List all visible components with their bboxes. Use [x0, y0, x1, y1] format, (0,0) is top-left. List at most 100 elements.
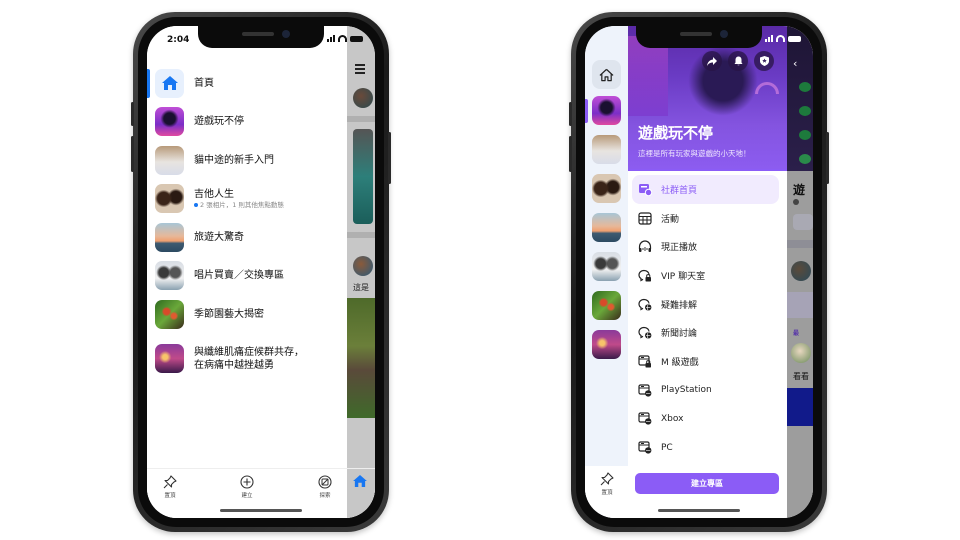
chat-globe-icon: [638, 298, 652, 311]
community-drawer: 首頁 遊戲玩不停 貓中途的新手入門 吉他人生 2 張相片，1 則其他焦點動態 旅…: [147, 26, 347, 518]
gaming-thumb[interactable]: [592, 96, 621, 125]
community-title: 遊戲玩不停: [638, 124, 714, 142]
channel-item[interactable]: 疑難排解: [632, 290, 779, 319]
community-home-icon: [639, 183, 652, 196]
fibro-thumb[interactable]: [592, 330, 621, 359]
tab-create[interactable]: 建立: [227, 475, 267, 499]
home-icon: [155, 68, 184, 98]
list-item-label: 唱片買賣／交換專區: [194, 270, 284, 282]
channel-label: PlayStation: [661, 385, 712, 396]
avatar[interactable]: [791, 343, 811, 363]
back-chevron-icon[interactable]: ‹: [793, 57, 797, 70]
channel-item[interactable]: Xbox: [632, 405, 779, 434]
unread-dot: [194, 203, 198, 208]
window-globe-icon: [638, 384, 652, 397]
list-item-community[interactable]: 遊戲玩不停: [147, 103, 347, 142]
hamburger-icon[interactable]: [355, 64, 365, 76]
status-time: 2:04: [167, 35, 190, 45]
signal-icon: [327, 35, 335, 42]
channel-label: Xbox: [661, 413, 684, 424]
garden-thumb: [155, 299, 184, 329]
list-item-community[interactable]: 與纖維肌痛症候群共存， 在病痛中越挫越勇: [147, 334, 347, 384]
list-item-community[interactable]: 季節園藝大揭密: [147, 295, 347, 334]
tab-label: 置頂: [164, 493, 176, 499]
channel-item[interactable]: M 級遊戲: [632, 347, 779, 376]
selected-indicator: [585, 99, 588, 123]
phone-right: ‹ 遊 最 看看 置頂 遊戲玩不停 這裡是所有玩家與遊戲的小天地！ 社群首頁 活…: [569, 12, 829, 532]
list-item-community[interactable]: 旅遊大驚奇: [147, 218, 347, 257]
tab-label: 建立: [241, 493, 253, 499]
guitar-thumb[interactable]: [592, 174, 621, 203]
battery-icon: [350, 35, 363, 42]
post-image[interactable]: [787, 388, 813, 426]
globe-icon: [793, 199, 799, 205]
home-button[interactable]: [592, 60, 621, 89]
tab-label: 置頂: [601, 490, 613, 496]
avatar[interactable]: [353, 256, 373, 276]
tab-label: 探索: [319, 493, 331, 499]
notifications-button[interactable]: [728, 51, 748, 71]
channel-item-home[interactable]: 社群首頁: [632, 175, 779, 204]
tab-pinned[interactable]: 置頂: [587, 472, 627, 496]
post-photo[interactable]: [347, 298, 375, 418]
list-item-community[interactable]: 唱片買賣／交換專區: [147, 257, 347, 296]
list-item-community[interactable]: 貓中途的新手入門: [147, 141, 347, 180]
phone-left: 2:04 這是 首頁 遊戲玩不停 貓中途的新手入門 吉他人生 2 張相片，1 則…: [131, 12, 391, 532]
fibro-thumb: [155, 344, 184, 373]
channel-label: 現正播放: [661, 243, 698, 254]
wifi-icon: [338, 35, 347, 42]
community-rail: 置頂: [585, 26, 628, 518]
battery-icon: [788, 35, 801, 42]
channel-label: VIP 聊天室: [661, 271, 706, 282]
channel-list: 社群首頁 活動 現正播放 VIP 聊天室 疑難排解 新聞討論 M 級遊戲 Pla…: [632, 175, 779, 462]
home-icon[interactable]: [353, 475, 367, 487]
window-globe-icon: [638, 441, 652, 454]
post-snippet: 看看: [793, 372, 809, 381]
garden-thumb[interactable]: [592, 291, 621, 320]
community-title-peek: 遊: [793, 183, 806, 197]
tab-explore[interactable]: 探索: [305, 475, 345, 499]
channel-label: PC: [661, 442, 673, 453]
section-tag: 最: [793, 330, 800, 337]
window-lock-icon: [638, 355, 651, 368]
channel-label: 活動: [661, 214, 680, 225]
channel-item[interactable]: 新聞討論: [632, 318, 779, 347]
channel-item[interactable]: 活動: [632, 204, 779, 233]
records-thumb[interactable]: [592, 252, 621, 281]
plus-circle-icon: [240, 475, 254, 489]
shield-star-icon: [759, 56, 769, 66]
cats-thumb: [155, 145, 184, 175]
list-item-label: 與纖維肌痛症候群共存， 在病痛中越挫越勇: [194, 346, 304, 371]
left-screen: 2:04 這是 首頁 遊戲玩不停 貓中途的新手入門 吉他人生 2 張相片，1 則…: [147, 26, 375, 518]
share-button[interactable]: [702, 51, 722, 71]
list-item-label: 貓中途的新手入門: [194, 154, 274, 166]
tab-pinned[interactable]: 置頂: [150, 475, 190, 499]
avatar[interactable]: [353, 88, 373, 108]
bell-icon: [734, 56, 742, 66]
right-screen: ‹ 遊 最 看看 置頂 遊戲玩不停 這裡是所有玩家與遊戲的小天地！ 社群首頁 活…: [585, 26, 813, 518]
window-globe-icon: [638, 412, 652, 425]
channel-item[interactable]: VIP 聊天室: [632, 261, 779, 290]
admin-button[interactable]: [754, 51, 774, 71]
list-item-label: 吉他人生: [194, 188, 234, 200]
travel-thumb[interactable]: [592, 213, 621, 242]
chat-globe-icon: [638, 327, 652, 339]
list-item-community[interactable]: 吉他人生 2 張相片，1 則其他焦點動態: [147, 180, 347, 219]
list-item-subtitle: 2 張相片，1 則其他焦點動態: [200, 200, 284, 209]
channel-item[interactable]: PC: [632, 433, 779, 462]
home-outline-icon: [599, 68, 614, 81]
create-channel-button[interactable]: 建立專區: [635, 473, 779, 494]
avatar[interactable]: [791, 261, 811, 281]
community-list: 首頁 遊戲玩不停 貓中途的新手入門 吉他人生 2 張相片，1 則其他焦點動態 旅…: [147, 64, 347, 384]
channel-item[interactable]: PlayStation: [632, 376, 779, 405]
post-image[interactable]: [353, 129, 373, 224]
wifi-icon: [776, 35, 785, 42]
list-item-home[interactable]: 首頁: [147, 64, 347, 103]
channel-item[interactable]: 現正播放: [632, 232, 779, 261]
community-drawer: 遊戲玩不停 這裡是所有玩家與遊戲的小天地！ 社群首頁 活動 現正播放 VIP 聊…: [628, 26, 787, 518]
community-subtitle: 這裡是所有玩家與遊戲的小天地！: [638, 149, 751, 158]
channel-label: 新聞討論: [661, 329, 698, 340]
signal-icon: [765, 35, 773, 42]
cats-thumb[interactable]: [592, 135, 621, 164]
channel-label: M 級遊戲: [661, 357, 699, 368]
